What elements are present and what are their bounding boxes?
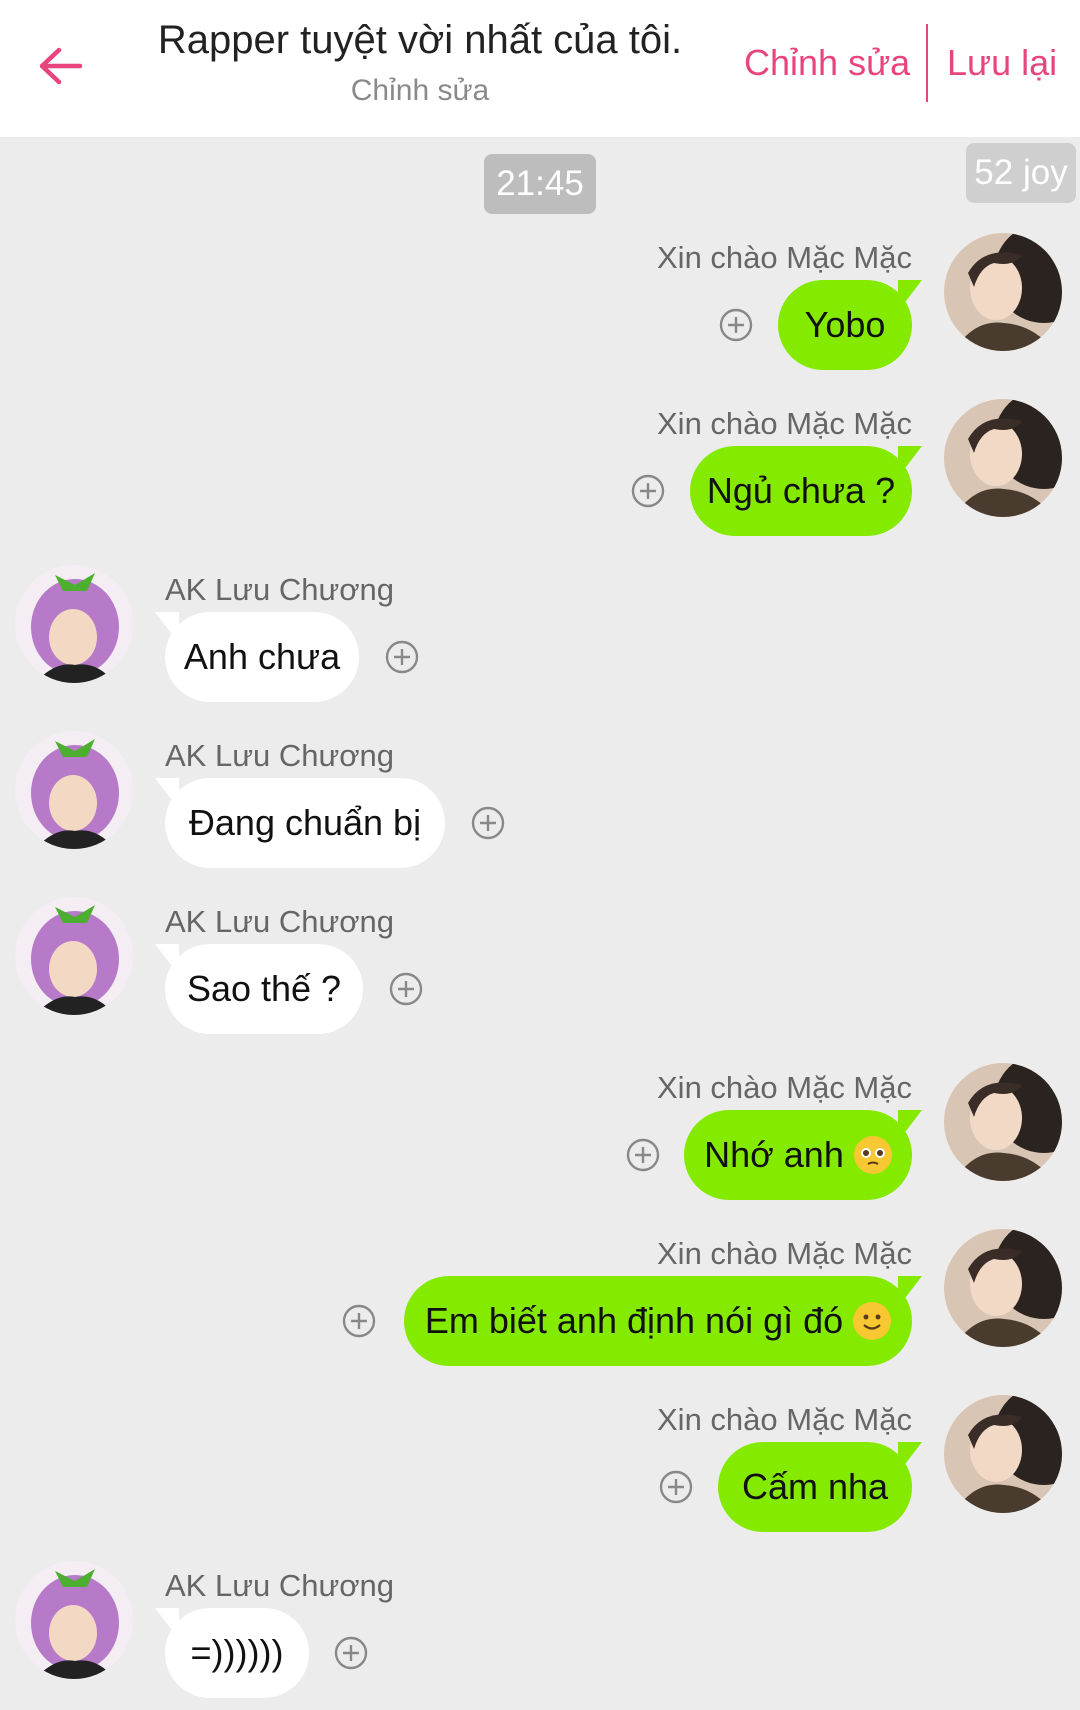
bubble-tail [898,446,922,468]
message-text: =)))))) [190,1632,284,1673]
bubble-tail [155,612,179,634]
message-text: Yobo [804,304,886,345]
bubble-tail [898,280,922,302]
message-text: Ngủ chưa ? [706,470,896,511]
message-row: Xin chào Mặc Mặc Em biết anh định nói gì… [0,1228,1080,1378]
contact-avatar[interactable] [15,731,133,849]
pleading-face-emoji [853,1136,892,1174]
message-text: Em biết anh định nói gì đó [424,1300,844,1341]
add-reaction-icon[interactable] [389,972,423,1006]
user-avatar[interactable] [944,1063,1062,1181]
sender-name: Xin chào Mặc Mặc [657,240,912,275]
bubble-tail [155,778,179,800]
message-row: AK Lưu Chương =)))))) [0,1560,1080,1710]
add-reaction-icon[interactable] [385,640,419,674]
sender-name: Xin chào Mặc Mặc [657,1070,912,1105]
message-bubble[interactable]: Cấm nha [718,1442,922,1532]
slight-smile-emoji [853,1302,892,1340]
header-divider [926,24,928,102]
bubble-tail [155,944,179,966]
message-text: Anh chưa [183,636,341,677]
message-bubble[interactable]: Em biết anh định nói gì đó [404,1276,922,1366]
user-avatar[interactable] [944,1395,1062,1513]
user-avatar[interactable] [944,233,1062,351]
contact-avatar[interactable] [15,565,133,683]
message-text: Nhớ anh [704,1134,844,1175]
add-reaction-icon[interactable] [719,308,753,342]
joy-badge[interactable]: 52 joy [966,143,1076,203]
message-bubble[interactable]: Sao thế ? [155,944,363,1034]
message-row: AK Lưu Chương Đang chuẩn bị [0,730,1080,880]
message-row: AK Lưu Chương Sao thế ? [0,896,1080,1046]
sender-name: AK Lưu Chương [165,738,395,773]
page-title: Rapper tuyệt vời nhất của tôi. [157,18,683,62]
message-row: Xin chào Mặc Mặc Yobo [0,232,1080,382]
sender-name: AK Lưu Chương [165,904,395,939]
message-bubble[interactable]: Nhớ anh [684,1110,922,1200]
message-row: Xin chào Mặc Mặc Ngủ chưa ? [0,398,1080,548]
message-text: Sao thế ? [186,968,342,1009]
sender-name: Xin chào Mặc Mặc [657,1402,912,1437]
save-button[interactable]: Lưu lại [947,42,1057,84]
sender-name: Xin chào Mặc Mặc [657,406,912,441]
add-reaction-icon[interactable] [334,1636,368,1670]
user-avatar[interactable] [944,1229,1062,1347]
message-bubble[interactable]: Yobo [778,280,922,370]
add-reaction-icon[interactable] [631,474,665,508]
add-reaction-icon[interactable] [659,1470,693,1504]
add-reaction-icon[interactable] [471,806,505,840]
contact-avatar[interactable] [15,1561,133,1679]
user-avatar[interactable] [944,399,1062,517]
message-row: Xin chào Mặc Mặc Nhớ anh [0,1062,1080,1212]
message-bubble[interactable]: Ngủ chưa ? [690,446,922,536]
message-text: Cấm nha [741,1466,889,1507]
message-row: AK Lưu Chương Anh chưa [0,564,1080,714]
sender-name: AK Lưu Chương [165,1568,395,1603]
message-bubble[interactable]: Anh chưa [155,612,359,702]
timestamp-pill: 21:45 [484,154,596,214]
header-bar: Rapper tuyệt vời nhất của tôi. Chỉnh sửa… [0,0,1080,137]
bubble-tail [898,1276,922,1298]
page-subtitle: Chỉnh sửa [350,74,490,107]
bubble-tail [898,1110,922,1132]
bubble-tail [155,1608,179,1630]
sender-name: Xin chào Mặc Mặc [657,1236,912,1271]
message-text: Đang chuẩn bị [188,802,422,843]
contact-avatar[interactable] [15,897,133,1015]
message-row: Xin chào Mặc Mặc Cấm nha [0,1394,1080,1544]
message-bubble[interactable]: Đang chuẩn bị [155,778,445,868]
sender-name: AK Lưu Chương [165,572,395,607]
edit-button[interactable]: Chỉnh sửa [744,42,910,84]
add-reaction-icon[interactable] [342,1304,376,1338]
back-arrow-icon[interactable] [30,36,90,96]
add-reaction-icon[interactable] [626,1138,660,1172]
message-bubble[interactable]: =)))))) [155,1608,309,1698]
bubble-tail [898,1442,922,1464]
